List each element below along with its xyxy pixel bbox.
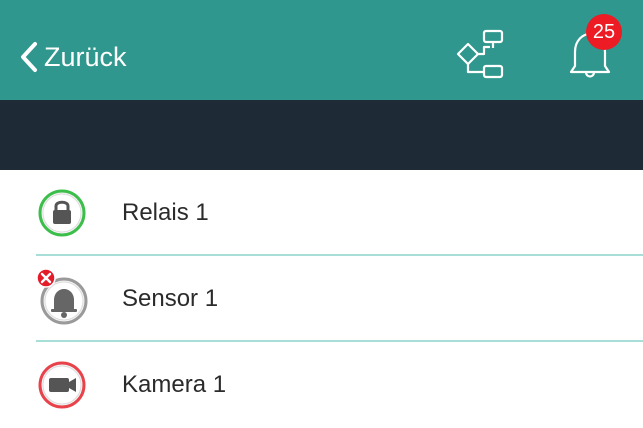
lock-icon	[34, 185, 90, 241]
chevron-left-icon	[20, 41, 38, 73]
back-button[interactable]: Zurück	[20, 34, 127, 80]
device-label: Kamera 1	[122, 371, 227, 398]
error-x-icon	[36, 268, 56, 288]
camera-icon	[34, 357, 90, 413]
header-bar: Zurück 25	[0, 0, 643, 100]
device-label: Sensor 1	[122, 285, 219, 312]
bell-icon	[553, 32, 628, 96]
list-item[interactable]: Sensor 1	[0, 256, 643, 342]
device-label: Relais 1	[122, 199, 209, 226]
device-list: Relais 1 Sensor 1 Kamera 1	[0, 170, 643, 428]
list-item[interactable]: Kamera 1	[0, 342, 643, 428]
back-label: Zurück	[44, 41, 127, 72]
notification-badge: 25	[586, 14, 622, 50]
diagram-button[interactable]	[450, 26, 510, 86]
sub-header-bar	[0, 100, 643, 170]
list-item[interactable]: Relais 1	[0, 170, 643, 256]
diagram-icon	[450, 29, 510, 90]
